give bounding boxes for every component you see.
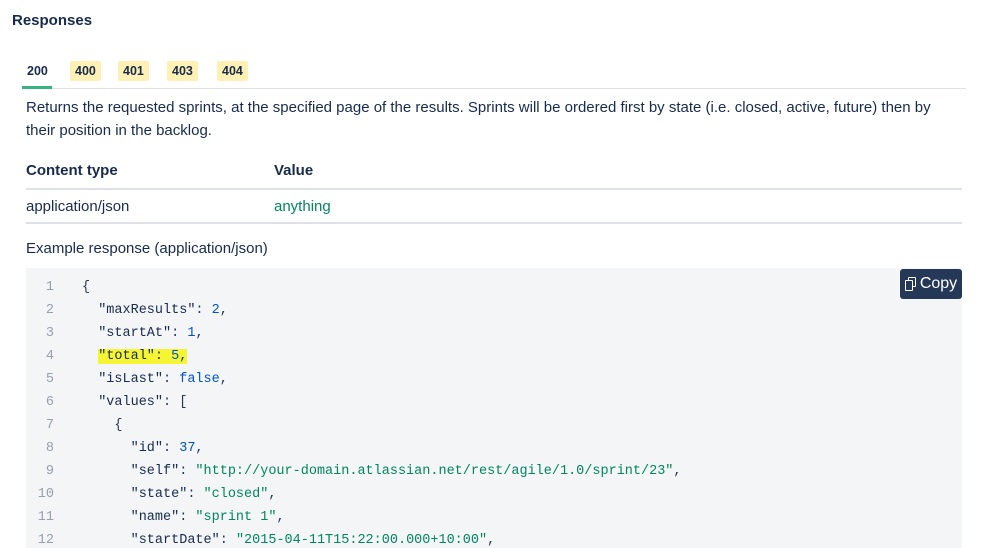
response-code-tabs: 200 400 401 403 404 [22, 61, 966, 89]
code-line: 2 "maxResults": 2, [26, 300, 962, 322]
code-text: "name": "sprint 1", [130, 510, 285, 525]
code-line: 6 "values": [ [26, 392, 962, 414]
code-block[interactable]: Copy 1{2 "maxResults": 2, 3 "startAt": 1,… [26, 268, 962, 548]
line-number: 3 [45, 326, 54, 341]
response-description: Returns the requested sprints, at the sp… [26, 99, 931, 139]
code-text: "startAt": 1, [98, 326, 204, 341]
code-text: "total": 5, [82, 346, 188, 368]
active-tab-indicator [22, 86, 52, 89]
code-line: 1{ [26, 277, 962, 299]
code-line: 3 "startAt": 1, [26, 323, 962, 345]
value-cell: anything [274, 198, 331, 215]
line-number: 5 [45, 372, 54, 387]
content-type-table: Content type Value application/json anyt… [26, 158, 962, 224]
content-type-cell: application/json [26, 198, 130, 215]
column-header-content-type: Content type [26, 162, 118, 179]
code-text: "self": "http://your-domain.atlassian.ne… [130, 464, 682, 479]
code-text: "maxResults": 2, [98, 303, 228, 318]
tab-403[interactable]: 403 [167, 61, 198, 81]
code-text: "startDate": "2015-04-11T15:22:00.000+10… [130, 533, 496, 548]
line-number: 6 [45, 395, 54, 410]
code-line: 10 "state": "closed", [26, 484, 962, 506]
code-text: { [82, 418, 123, 433]
line-number: 2 [45, 303, 54, 318]
code-line: 9 "self": "http://your-domain.atlassian.… [26, 461, 962, 483]
code-line: 5 "isLast": false, [26, 369, 962, 391]
code-text: "isLast": false, [98, 372, 228, 387]
code-line: 4 "total": 5, [26, 346, 962, 368]
line-number: 1 [45, 280, 54, 295]
tab-200[interactable]: 200 [22, 61, 53, 81]
code-line: 7 { [26, 415, 962, 437]
line-number: 11 [37, 510, 54, 525]
code-text: { [82, 280, 91, 295]
code-text: "state": "closed", [130, 487, 277, 502]
example-response-label: Example response (application/json) [26, 240, 268, 257]
code-line: 8 "id": 37, [26, 438, 962, 460]
line-number: 8 [45, 441, 54, 456]
line-number: 12 [37, 533, 54, 548]
code-text: "values": [ [98, 395, 188, 410]
table-row: application/json anything [26, 190, 962, 224]
table-header-row: Content type Value [26, 158, 962, 190]
code-line: 11 "name": "sprint 1", [26, 507, 962, 529]
tab-404[interactable]: 404 [217, 61, 248, 81]
responses-heading: Responses [12, 12, 93, 29]
line-number: 7 [45, 418, 54, 433]
line-number: 4 [45, 349, 54, 364]
tab-401[interactable]: 401 [118, 61, 149, 81]
column-header-value: Value [274, 162, 314, 179]
line-number: 9 [45, 464, 54, 479]
tab-400[interactable]: 400 [70, 61, 101, 81]
code-text: "id": 37, [130, 441, 204, 456]
highlight-mark: "total": 5, [98, 349, 188, 364]
line-number: 10 [37, 487, 54, 502]
code-line: 12 "startDate": "2015-04-11T15:22:00.000… [26, 530, 962, 548]
